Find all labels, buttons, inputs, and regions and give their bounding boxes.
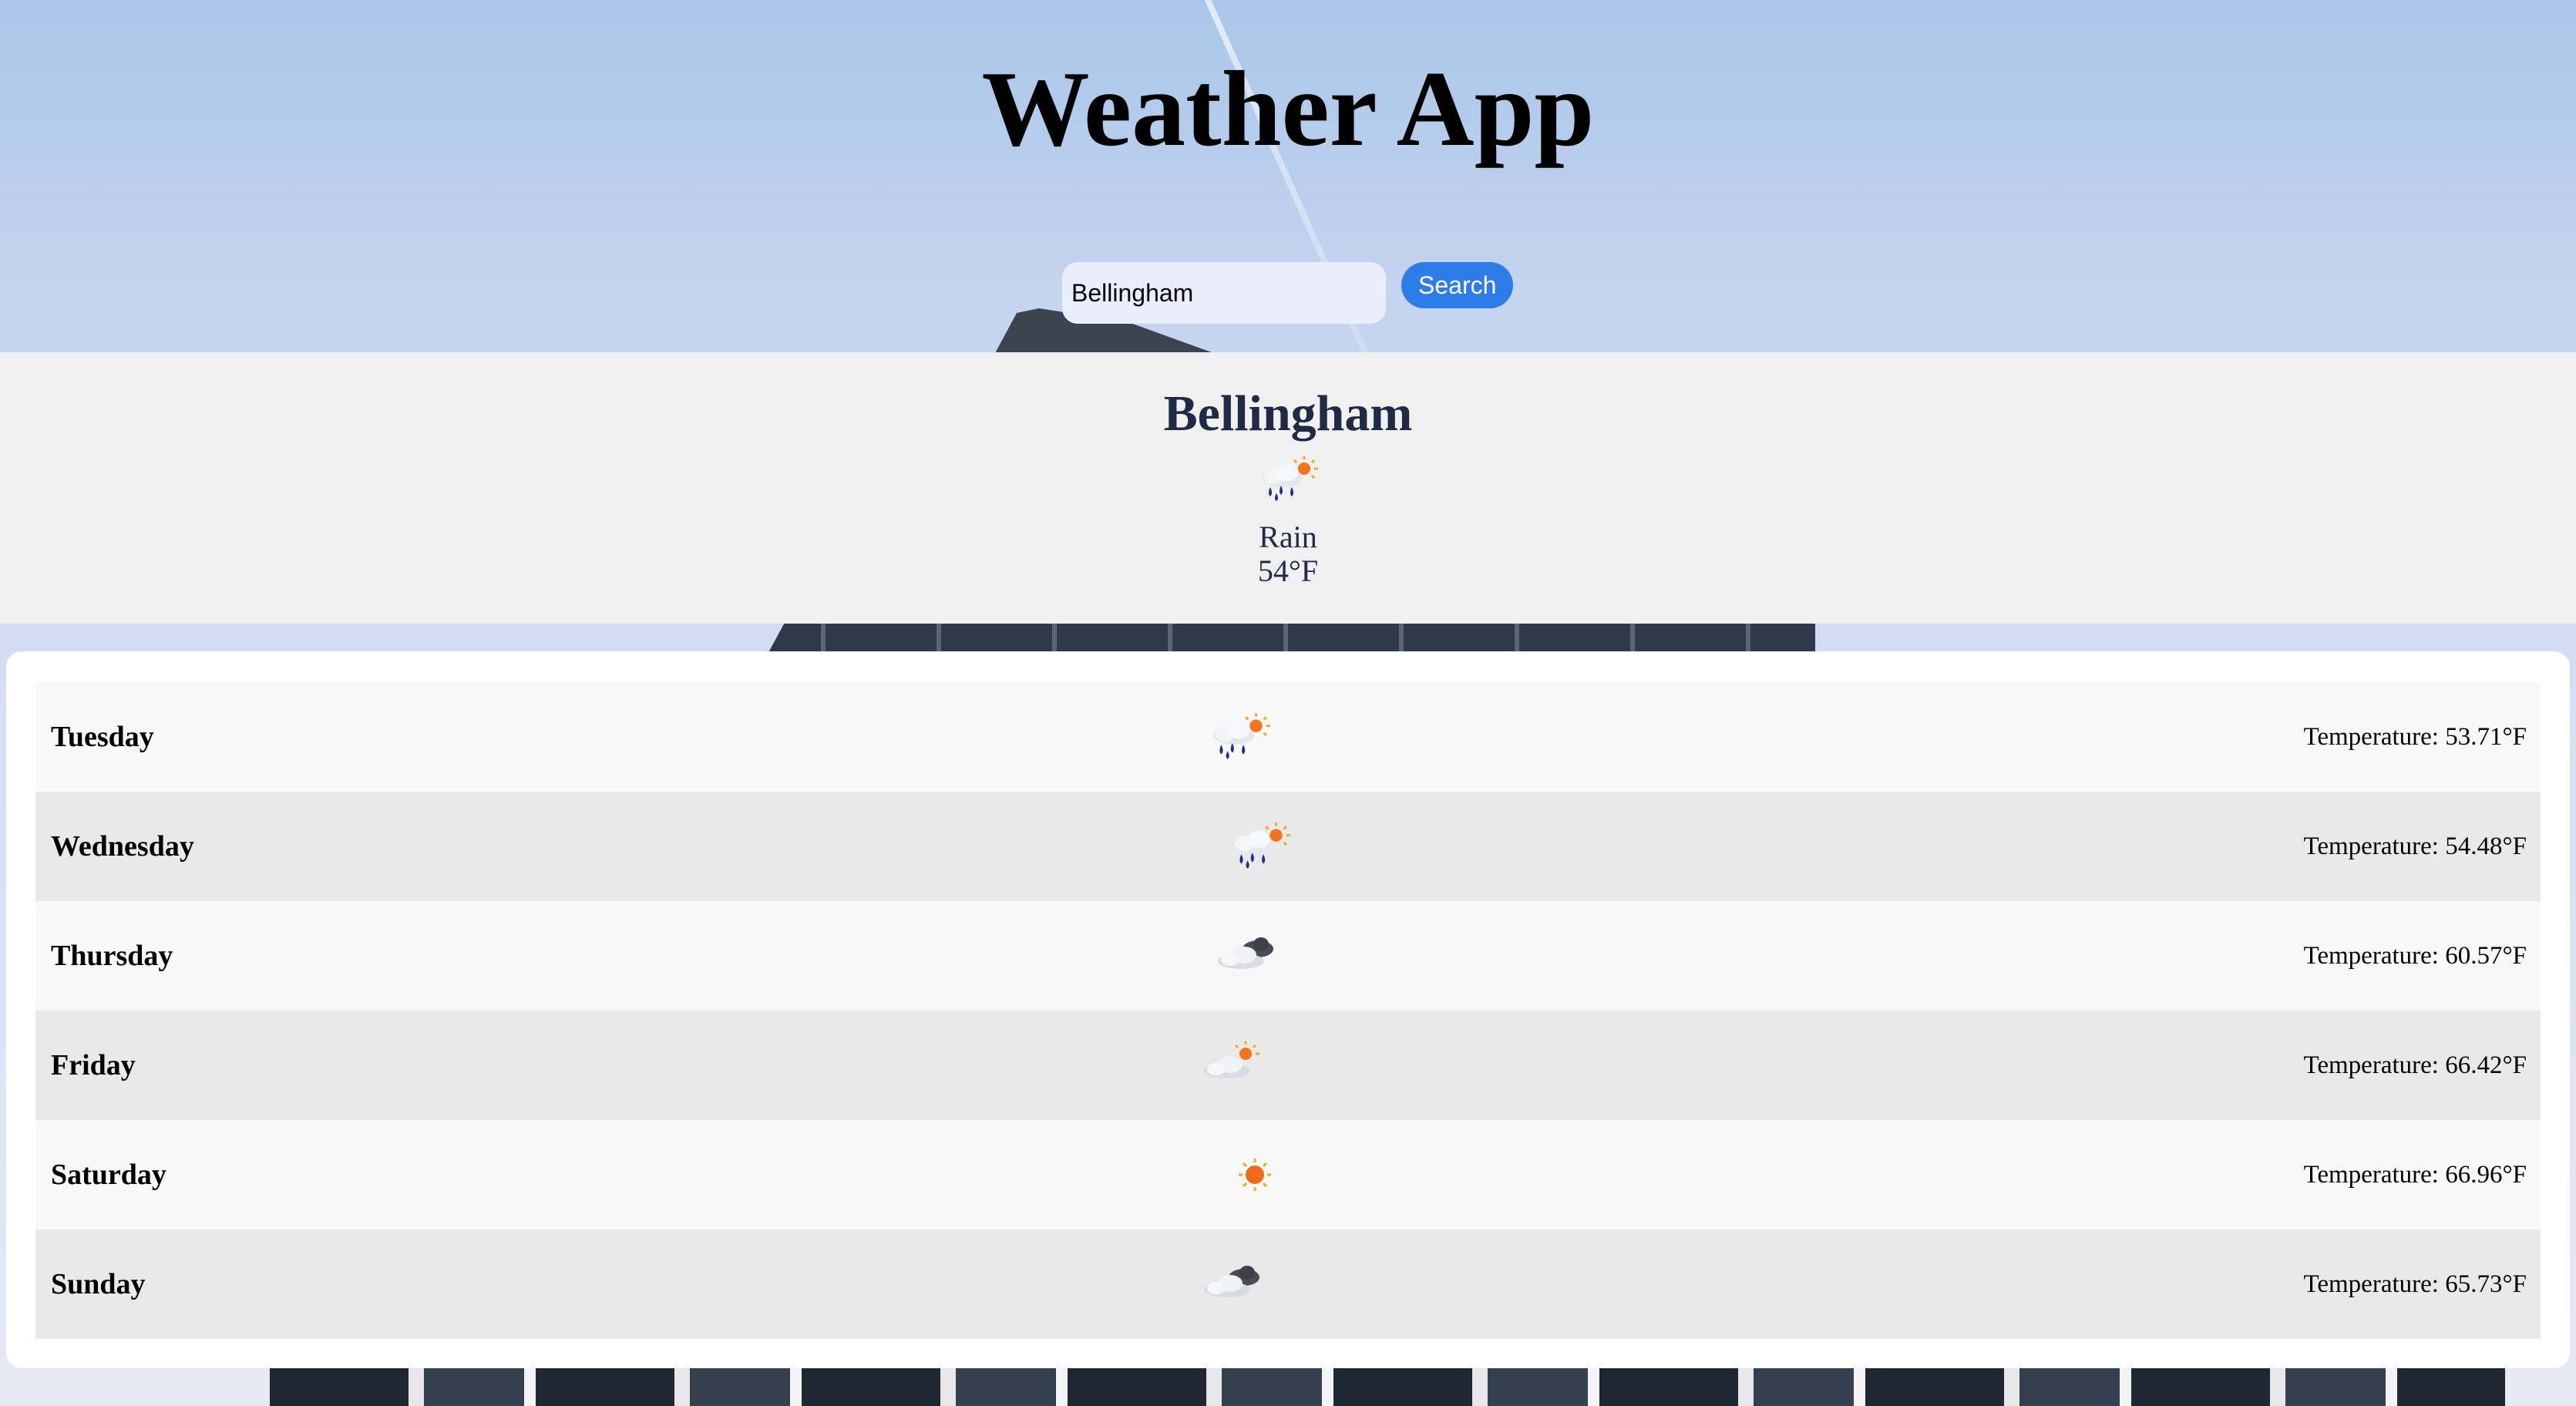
forecast-row-wednesday: Wednesday Temperature: 54.48°F (35, 792, 2541, 901)
forecast-row-thursday: Thursday Temperature: 60.57°F (35, 901, 2541, 1011)
forecast-card: Tuesday Temperature: 53.71°F Wednesday T… (6, 651, 2570, 1368)
current-city: Bellingham (1163, 385, 1413, 442)
forecast-day: Saturday (51, 1159, 166, 1191)
rain-cloud-sun-icon (1227, 819, 1292, 873)
forecast-temperature: Temperature: 66.96°F (2303, 1160, 2527, 1189)
search-bar: Search (1062, 262, 1514, 324)
clouds-icon (1215, 929, 1280, 983)
forecast-day: Wednesday (51, 830, 194, 863)
forecast-row-tuesday: Tuesday Temperature: 53.71°F (35, 682, 2541, 792)
forecast-temperature: Temperature: 54.48°F (2303, 832, 2527, 860)
forecast-day: Friday (51, 1049, 136, 1081)
rain-cloud-sun-icon (1207, 710, 1272, 764)
forecast-temperature: Temperature: 66.42°F (2303, 1051, 2527, 1079)
current-weather: Bellingham Rain 54°F (0, 352, 2576, 624)
rain-cloud-sun-icon (1256, 456, 1320, 503)
search-input[interactable] (1062, 262, 1386, 324)
forecast-row-friday: Friday Temperature: 66.42°F (35, 1011, 2541, 1120)
forecast-temperature: Temperature: 53.71°F (2303, 722, 2527, 751)
forecast-temperature: Temperature: 65.73°F (2303, 1270, 2527, 1298)
forecast-day: Sunday (51, 1268, 146, 1300)
forecast-list: Tuesday Temperature: 53.71°F Wednesday T… (35, 682, 2541, 1339)
sun-icon (1222, 1148, 1287, 1202)
search-button[interactable]: Search (1401, 262, 1514, 308)
app-title: Weather App (981, 49, 1595, 169)
forecast-day: Tuesday (51, 721, 154, 753)
forecast-row-saturday: Saturday Temperature: 66.96°F (35, 1120, 2541, 1229)
forecast-row-sunday: Sunday Temperature: 65.73°F (35, 1229, 2541, 1339)
forecast-day: Thursday (51, 940, 173, 972)
clouds-icon (1201, 1257, 1266, 1311)
current-description: Rain (1259, 520, 1317, 554)
forecast-temperature: Temperature: 60.57°F (2303, 941, 2527, 970)
cloud-sun-icon (1201, 1038, 1266, 1092)
current-temperature: 54°F (1257, 553, 1319, 588)
